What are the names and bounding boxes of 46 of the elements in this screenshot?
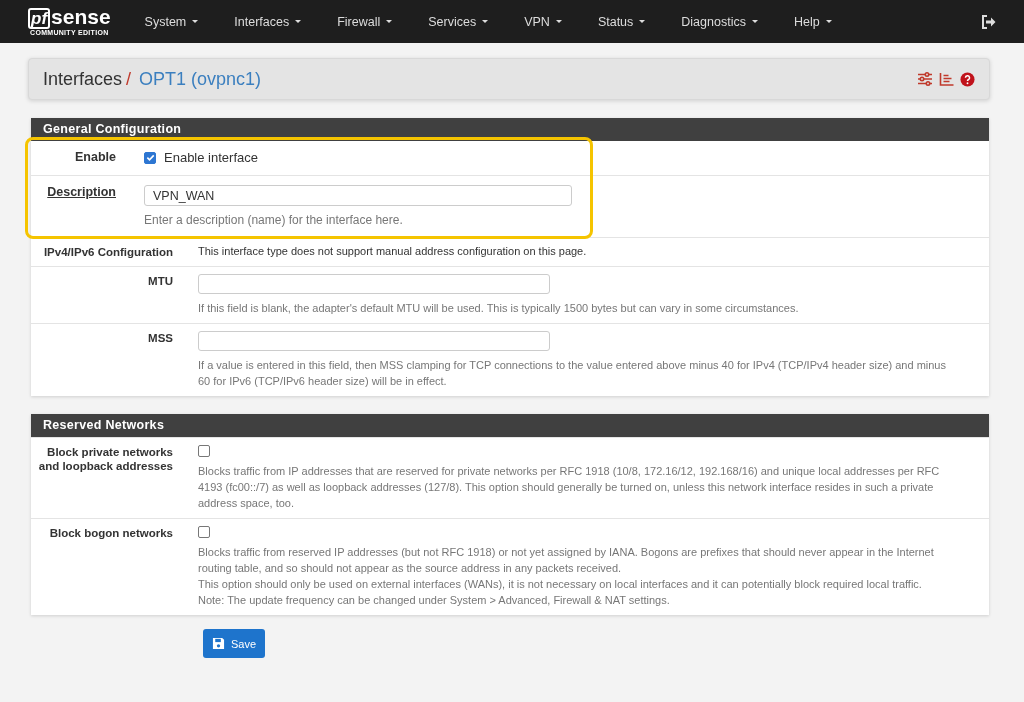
checkbox-label: Enable interface bbox=[164, 150, 258, 165]
field-label: Block private networks and loopback addresses bbox=[37, 445, 173, 474]
caret-icon bbox=[192, 20, 199, 23]
text-field[interactable]: VPN_WAN bbox=[144, 185, 572, 206]
text-field[interactable] bbox=[198, 274, 550, 294]
nav-menu-item[interactable]: Help bbox=[781, 14, 844, 29]
field-label: Description bbox=[46, 185, 116, 201]
sliders-icon[interactable] bbox=[917, 72, 933, 86]
help-text: Blocks traffic from IP addresses that are reserved for private networks per RFC 1918 (10/8, 172.16/12, 192.168/16) and unique local addresses per RFC 4193 (fc00::/7) as well as loopback addresses (127/8). This option should generally be turned on, unless this network interface resides in such a private address space, too. bbox=[198, 464, 941, 511]
logout-icon[interactable] bbox=[981, 14, 996, 29]
help-text: If this field is blank, the adapter's default MTU will be used. This is typically 1500 bytes but can vary in some circumstances. bbox=[198, 301, 800, 316]
save-icon bbox=[212, 637, 225, 650]
caret-icon bbox=[555, 20, 562, 23]
caret-icon bbox=[482, 20, 489, 23]
caret-icon bbox=[825, 20, 832, 23]
breadcrumb-parent: Interfaces bbox=[43, 68, 123, 90]
breadcrumb-separator: / bbox=[126, 68, 132, 90]
help-text: Enter a description (name) for the interface here. bbox=[144, 212, 404, 228]
help-text: Blocks traffic from reserved IP addresses (but not RFC 1918) or not yet assigned by IANA. Bogons are prefixes that should never appear in the Internet routing table, and so should not appear as the source address in any packets received. This option should only be used on external interfaces (WANs), it is not necessary on local interfaces and it can potentially block required local traffic. Note: The update frequency can be changed under System > Advanced, Firewall & NAT settings. bbox=[198, 545, 935, 608]
text-field[interactable] bbox=[198, 331, 550, 351]
section-header: General Configuration bbox=[31, 118, 989, 141]
caret-icon bbox=[386, 20, 393, 23]
nav-menu-item[interactable]: Firewall bbox=[325, 14, 405, 29]
field-label: MSS bbox=[147, 331, 173, 346]
field-label: MTU bbox=[147, 274, 173, 289]
chart-icon[interactable] bbox=[939, 72, 954, 86]
nav-menu-item[interactable]: Diagnostics bbox=[669, 14, 770, 29]
field-label: IPv4/IPv6 Configuration bbox=[42, 245, 173, 259]
caret-icon bbox=[295, 20, 302, 23]
nav-menu-item[interactable]: Services bbox=[416, 14, 501, 29]
nav-menu-item[interactable]: System bbox=[132, 14, 211, 29]
info-text: This interface type does not support manual address configuration on this page. bbox=[198, 245, 588, 257]
nav-menu-item[interactable]: Interfaces bbox=[222, 14, 314, 29]
help-text: If a value is entered in this field, then MSS clamping for TCP connections to the value entered above minus 40 for IPv4 (TCP/IPv4 header size) and minus 60 for IPv6 (TCP/IPv6 header size) will be in effect. bbox=[198, 358, 947, 389]
nav-menu-item[interactable]: Status bbox=[585, 14, 658, 29]
field-label: Block bogon networks bbox=[48, 526, 173, 541]
field-label: Enable bbox=[74, 150, 116, 166]
nav-menu-item[interactable]: VPN bbox=[512, 14, 574, 29]
help-icon[interactable] bbox=[960, 71, 975, 87]
checkbox[interactable] bbox=[198, 445, 210, 457]
checkbox[interactable] bbox=[144, 151, 156, 164]
save-button[interactable]: Save bbox=[203, 629, 266, 658]
section-header: Reserved Networks bbox=[31, 414, 989, 437]
caret-icon bbox=[639, 20, 646, 23]
checkbox[interactable] bbox=[198, 526, 210, 538]
caret-icon bbox=[751, 20, 758, 23]
